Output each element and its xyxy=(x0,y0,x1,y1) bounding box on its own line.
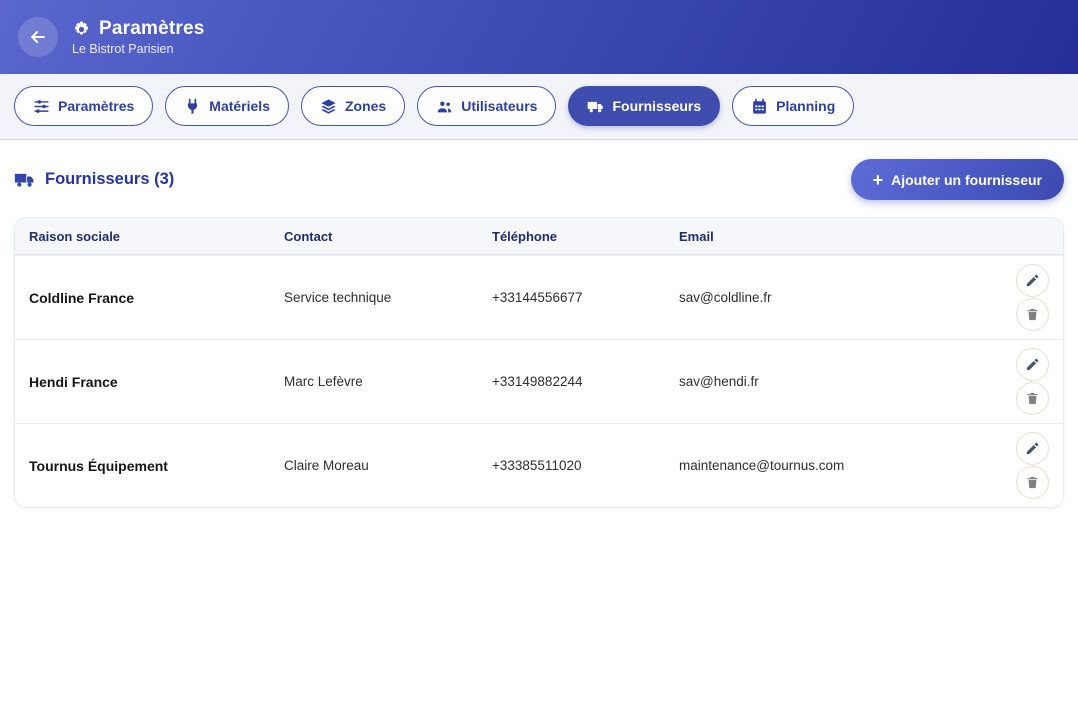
supplier-email: sav@hendi.fr xyxy=(679,374,1005,389)
tab-label: Zones xyxy=(345,98,386,114)
section-title-text: Fournisseurs (3) xyxy=(45,170,174,189)
trash-icon xyxy=(1025,307,1040,322)
edit-supplier-button[interactable] xyxy=(1016,348,1049,381)
page-subtitle: Le Bistrot Parisien xyxy=(72,42,205,56)
truck-icon xyxy=(14,169,35,190)
pencil-icon xyxy=(1025,273,1040,288)
page-title: Paramètres xyxy=(99,18,205,40)
delete-supplier-button[interactable] xyxy=(1016,382,1049,415)
pencil-icon xyxy=(1025,357,1040,372)
back-button[interactable] xyxy=(18,17,58,57)
truck-icon xyxy=(587,98,604,115)
supplier-name: Coldline France xyxy=(29,290,284,306)
col-contact: Contact xyxy=(284,229,492,244)
add-supplier-button[interactable]: + Ajouter un fournisseur xyxy=(851,159,1064,200)
suppliers-table: Raison sociale Contact Téléphone Email C… xyxy=(14,217,1064,508)
delete-supplier-button[interactable] xyxy=(1016,466,1049,499)
tab-label: Fournisseurs xyxy=(612,98,701,114)
arrow-left-icon xyxy=(28,27,48,47)
supplier-phone: +33385511020 xyxy=(492,458,679,473)
pencil-icon xyxy=(1025,441,1040,456)
plug-icon xyxy=(184,98,201,115)
row-actions xyxy=(1005,348,1049,415)
sliders-icon xyxy=(33,98,50,115)
tab-fournisseurs[interactable]: Fournisseurs xyxy=(568,86,720,126)
supplier-contact: Claire Moreau xyxy=(284,458,492,473)
layers-icon xyxy=(320,98,337,115)
settings-tabbar: Paramètres Matériels Zones Utilisateurs … xyxy=(0,74,1078,140)
plus-icon: + xyxy=(873,171,884,189)
tab-planning[interactable]: Planning xyxy=(732,86,854,126)
supplier-contact: Service technique xyxy=(284,290,492,305)
supplier-email: maintenance@tournus.com xyxy=(679,458,1005,473)
tab-label: Paramètres xyxy=(58,98,134,114)
tab-label: Planning xyxy=(776,98,835,114)
tab-materiels[interactable]: Matériels xyxy=(165,86,289,126)
users-icon xyxy=(436,98,453,115)
tab-label: Utilisateurs xyxy=(461,98,537,114)
tab-utilisateurs[interactable]: Utilisateurs xyxy=(417,86,556,126)
supplier-phone: +33144556677 xyxy=(492,290,679,305)
col-raison-sociale: Raison sociale xyxy=(29,229,284,244)
gear-icon xyxy=(72,20,91,39)
supplier-contact: Marc Lefèvre xyxy=(284,374,492,389)
supplier-phone: +33149882244 xyxy=(492,374,679,389)
section-header: Fournisseurs (3) + Ajouter un fournisseu… xyxy=(14,159,1064,200)
table-row: Coldline France Service technique +33144… xyxy=(15,255,1063,339)
col-telephone: Téléphone xyxy=(492,229,679,244)
supplier-name: Tournus Équipement xyxy=(29,458,284,474)
edit-supplier-button[interactable] xyxy=(1016,432,1049,465)
tab-label: Matériels xyxy=(209,98,270,114)
edit-supplier-button[interactable] xyxy=(1016,264,1049,297)
delete-supplier-button[interactable] xyxy=(1016,298,1049,331)
table-row: Tournus Équipement Claire Moreau +333855… xyxy=(15,423,1063,507)
supplier-name: Hendi France xyxy=(29,374,284,390)
row-actions xyxy=(1005,432,1049,499)
header-titles: Paramètres Le Bistrot Parisien xyxy=(72,18,205,56)
section-title: Fournisseurs (3) xyxy=(14,169,174,190)
main-content: Fournisseurs (3) + Ajouter un fournisseu… xyxy=(0,140,1078,568)
tab-zones[interactable]: Zones xyxy=(301,86,405,126)
trash-icon xyxy=(1025,391,1040,406)
table-row: Hendi France Marc Lefèvre +33149882244 s… xyxy=(15,339,1063,423)
supplier-email: sav@coldline.fr xyxy=(679,290,1005,305)
tab-parametres[interactable]: Paramètres xyxy=(14,86,153,126)
table-header-row: Raison sociale Contact Téléphone Email xyxy=(15,218,1063,255)
add-supplier-label: Ajouter un fournisseur xyxy=(891,172,1042,188)
trash-icon xyxy=(1025,475,1040,490)
calendar-icon xyxy=(751,98,768,115)
col-email: Email xyxy=(679,229,1005,244)
app-header: Paramètres Le Bistrot Parisien xyxy=(0,0,1078,74)
row-actions xyxy=(1005,264,1049,331)
